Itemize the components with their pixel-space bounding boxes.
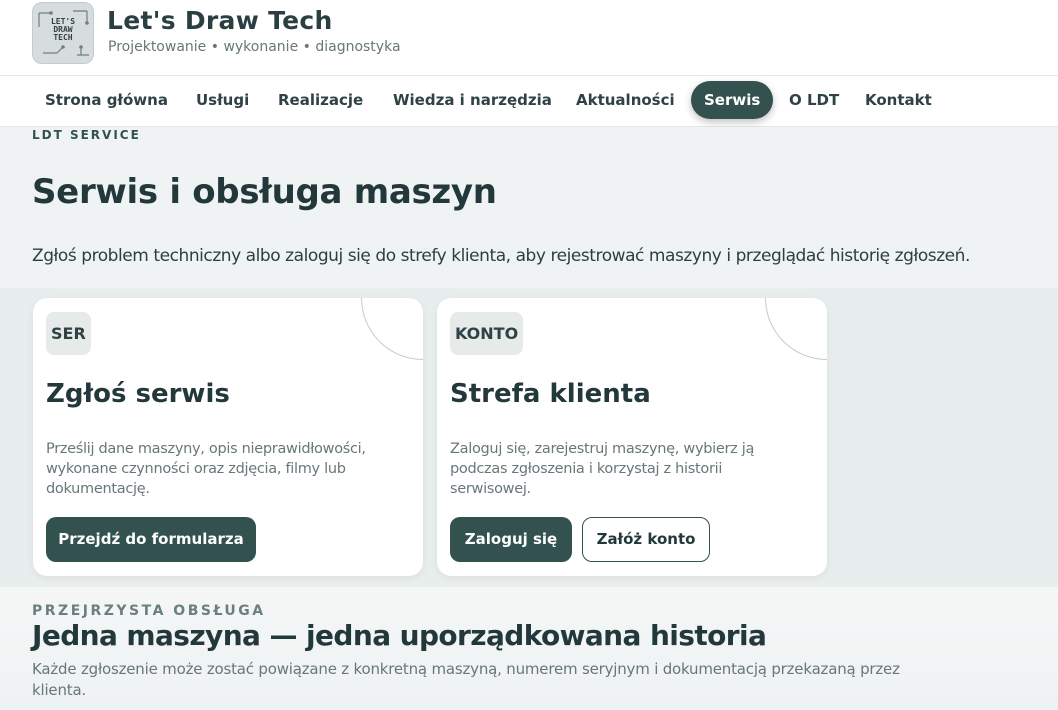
hero-eyebrow: LDT SERVICE (32, 128, 141, 142)
client-zone-card: KONTO Strefa klienta Zaloguj się, zareje… (437, 298, 827, 576)
card-badge: SER (46, 312, 91, 355)
site-title[interactable]: Let's Draw Tech (107, 6, 333, 35)
nav-item-projects[interactable]: Realizacje (265, 81, 376, 119)
section-eyebrow: PRZEJRZYSTA OBSŁUGA (32, 603, 266, 619)
nav-item-knowledge[interactable]: Wiedza i narzędzia (380, 81, 565, 119)
login-button[interactable]: Zaloguj się (450, 517, 572, 562)
card-decoration (765, 298, 827, 360)
card-title: Strefa klienta (450, 379, 651, 409)
nav-item-home[interactable]: Strona główna (32, 81, 181, 119)
logo-text: LET'S DRAW TECH (50, 17, 76, 42)
main-nav: Strona główna Usługi Realizacje Wiedza i… (0, 76, 1058, 127)
page-title: Serwis i obsługa maszyn (32, 172, 497, 212)
nav-item-about[interactable]: O LDT (776, 81, 852, 119)
card-decoration (361, 298, 423, 360)
create-account-button[interactable]: Załóż konto (582, 517, 710, 562)
nav-item-service[interactable]: Serwis (691, 81, 774, 119)
site-tagline: Projektowanie • wykonanie • diagnostyka (108, 39, 401, 55)
card-description: Prześlij dane maszyny, opis nieprawidłow… (46, 441, 366, 497)
site-header: LET'S DRAW TECH Let's Draw Tech Projekto… (0, 0, 1058, 76)
section-text: Każde zgłoszenie może zostać powiązane z… (32, 660, 900, 699)
nav-item-news[interactable]: Aktualności (563, 81, 688, 119)
card-title: Zgłoś serwis (46, 379, 230, 409)
nav-item-contact[interactable]: Kontakt (852, 81, 945, 119)
card-description: Zaloguj się, zarejestruj maszynę, wybier… (450, 441, 755, 497)
card-badge: KONTO (450, 312, 524, 355)
nav-item-services[interactable]: Usługi (183, 81, 262, 119)
logo[interactable]: LET'S DRAW TECH (32, 2, 94, 64)
go-to-form-button[interactable]: Przejdź do formularza (46, 517, 256, 562)
hero-description: Zgłoś problem techniczny albo zaloguj si… (32, 246, 970, 266)
section-title: Jedna maszyna — jedna uporządkowana hist… (32, 619, 767, 652)
service-request-card: SER Zgłoś serwis Prześlij dane maszyny, … (33, 298, 423, 576)
